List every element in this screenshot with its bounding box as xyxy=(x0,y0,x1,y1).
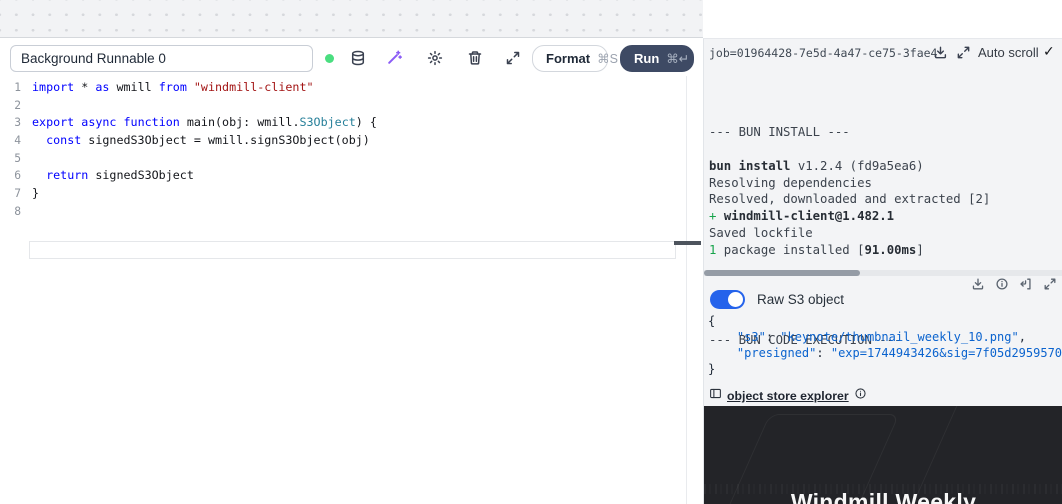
code-line[interactable]: 4 const signedS3Object = wmill.signS3Obj… xyxy=(0,132,377,150)
json-line: "presigned": "exp=1744943426&sig=7f05d29… xyxy=(708,345,1062,361)
run-button-label: Run xyxy=(634,51,659,66)
run-shortcut: ⌘↵ xyxy=(666,51,689,66)
job-id-label: job=01964428-7e5d-4a47-ce75-3fae4 xyxy=(709,46,937,60)
log-line xyxy=(709,107,1062,124)
code-line[interactable]: 2 xyxy=(0,97,377,115)
open-result-drawer-icon[interactable] xyxy=(1019,277,1033,291)
log-lines: --- BUN INSTALL --- bun install v1.2.4 (f… xyxy=(709,107,1062,259)
maximize-result-icon[interactable] xyxy=(1043,277,1057,291)
log-line: 1 package installed [91.00ms] xyxy=(709,242,1062,259)
overview-ruler-cursor-mark xyxy=(674,241,701,245)
log-line: --- BUN INSTALL --- xyxy=(709,124,1062,141)
json-line: } xyxy=(708,361,1062,377)
raw-s3-toggle[interactable] xyxy=(710,290,745,309)
job-output-panel: job=01964428-7e5d-4a47-ce75-3fae4 Auto s… xyxy=(703,38,1062,504)
run-button[interactable]: Run ⌘↵ xyxy=(620,45,694,72)
windmill-app-editor: Format ⌘S Run ⌘↵ 1import * as wmill from… xyxy=(0,0,1062,504)
format-shortcut: ⌘S xyxy=(597,51,618,66)
preview-image-title: Windmill Weekly xyxy=(704,489,1062,504)
code-line[interactable]: 1import * as wmill from "windmill-client… xyxy=(0,79,377,97)
download-logs-icon[interactable] xyxy=(933,45,949,61)
result-toolbar xyxy=(971,277,1057,291)
code-line[interactable]: 6 return signedS3Object xyxy=(0,167,377,185)
auto-scroll-label[interactable]: Auto scroll xyxy=(978,45,1039,60)
fullscreen-logs-icon[interactable] xyxy=(956,45,972,61)
code-editor[interactable]: 1import * as wmill from "windmill-client… xyxy=(0,76,703,504)
code-line[interactable]: 8 xyxy=(0,203,377,221)
log-line xyxy=(709,141,1062,158)
log-horizontal-scrollbar xyxy=(704,270,1062,276)
app-canvas-dotted-background xyxy=(0,0,703,38)
code-line[interactable]: 3export async function main(obj: wmill.S… xyxy=(0,114,377,132)
raw-s3-toggle-row: Raw S3 object xyxy=(710,289,844,309)
s3-image-preview: Windmill Weekly xyxy=(704,406,1062,504)
code-line[interactable]: 5 xyxy=(0,150,377,168)
code-line[interactable]: 7} xyxy=(0,185,377,203)
delete-trash-icon[interactable] xyxy=(466,49,483,66)
log-scrollbar-thumb[interactable] xyxy=(704,270,860,276)
editor-toolbar: Format ⌘S Run ⌘↵ xyxy=(0,38,703,76)
format-button-label: Format xyxy=(546,51,590,66)
log-line: Saved lockfile xyxy=(709,225,1062,242)
overview-ruler xyxy=(686,76,687,504)
download-result-icon[interactable] xyxy=(971,277,985,291)
auto-scroll-checkbox[interactable]: ✓ xyxy=(1043,43,1055,60)
json-line: { xyxy=(708,313,1062,329)
log-line: bun install v1.2.4 (fd9a5ea6) xyxy=(709,158,1062,175)
json-line: "s3": "keynote/thumbnail_weekly_10.png", xyxy=(708,329,1062,345)
current-line-highlight xyxy=(29,241,676,259)
settings-gear-icon[interactable] xyxy=(426,49,443,66)
ai-assistant-wand-icon[interactable] xyxy=(386,49,403,66)
toggle-knob xyxy=(728,292,743,307)
panel-icon xyxy=(709,387,722,405)
cache-database-icon[interactable] xyxy=(349,49,366,66)
expand-editor-icon[interactable] xyxy=(504,49,521,66)
format-button[interactable]: Format ⌘S xyxy=(532,45,608,72)
result-json-viewer: { "s3": "keynote/thumbnail_weekly_10.png… xyxy=(708,313,1062,377)
raw-s3-toggle-label[interactable]: Raw S3 object xyxy=(757,292,844,307)
result-info-icon[interactable] xyxy=(995,277,1009,291)
log-line: + windmill-client@1.482.1 xyxy=(709,208,1062,225)
object-store-explorer-link[interactable]: object store explorer xyxy=(727,389,849,403)
runnable-editor-panel: Format ⌘S Run ⌘↵ 1import * as wmill from… xyxy=(0,38,703,504)
job-header-row: job=01964428-7e5d-4a47-ce75-3fae4 Auto s… xyxy=(704,43,1062,63)
log-line: Resolved, downloaded and extracted [2] xyxy=(709,191,1062,208)
runnable-name-input[interactable] xyxy=(10,45,313,72)
log-line: Resolving dependencies xyxy=(709,175,1062,192)
object-store-explorer-row: object store explorer xyxy=(709,388,867,404)
ready-status-dot xyxy=(325,54,334,63)
code-lines: 1import * as wmill from "windmill-client… xyxy=(0,79,377,221)
explorer-info-icon[interactable] xyxy=(854,387,867,405)
